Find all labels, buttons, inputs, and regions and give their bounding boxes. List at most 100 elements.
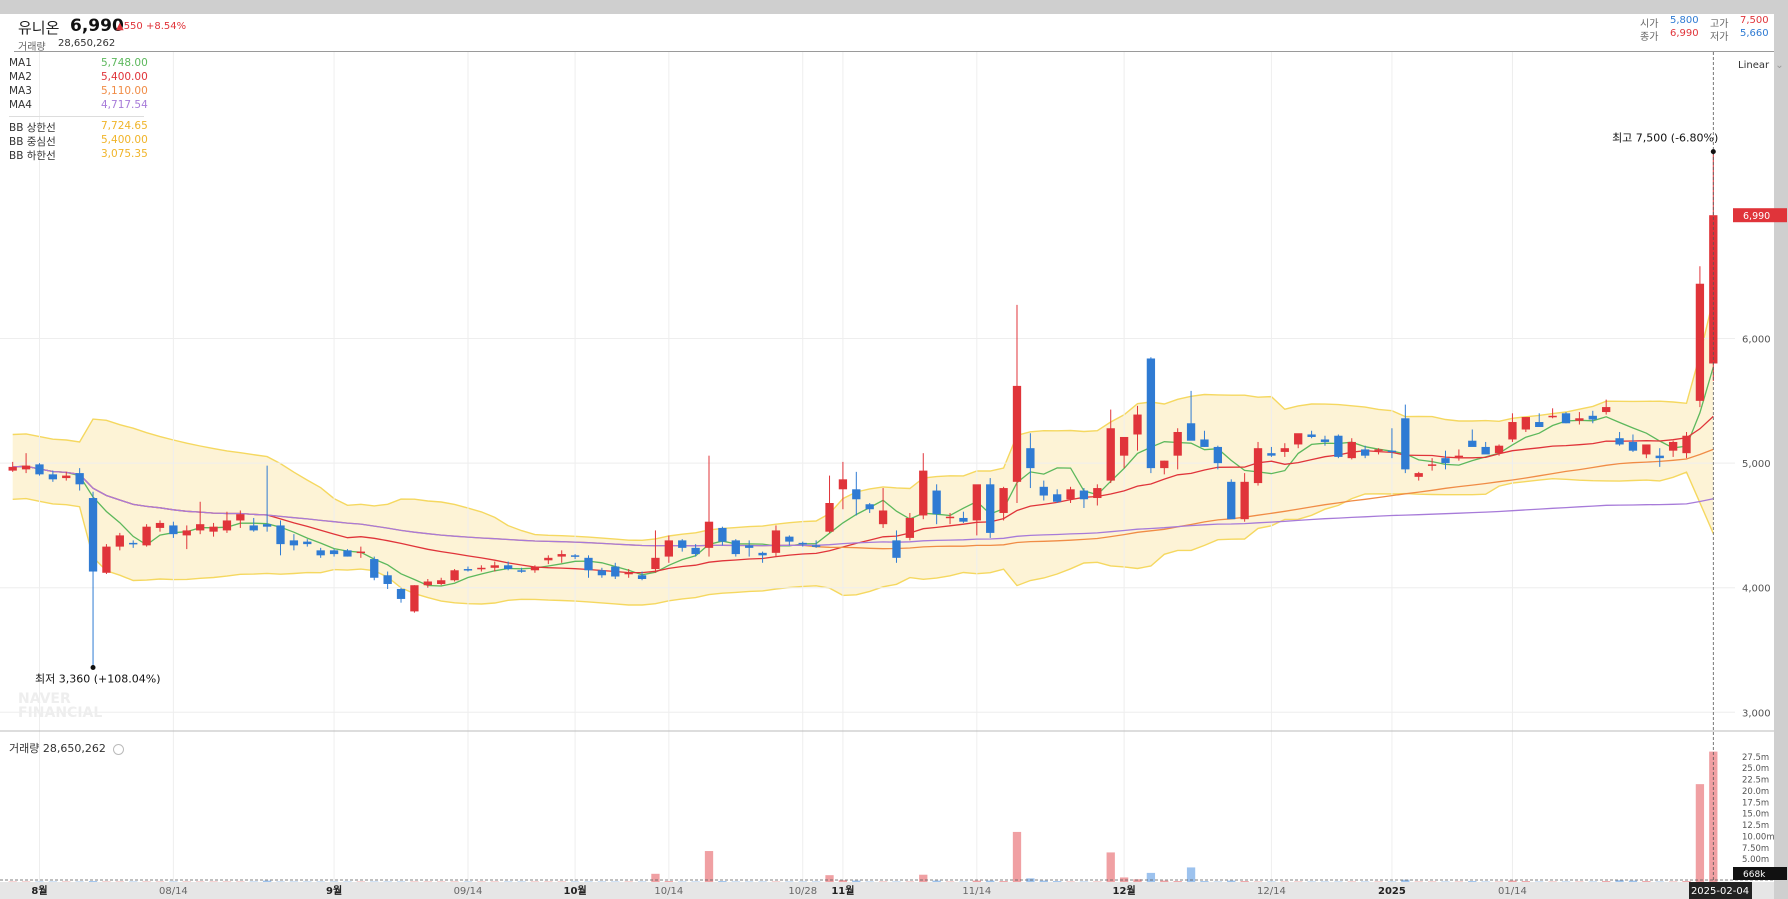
candle-body [1642,444,1651,455]
candle [370,556,379,581]
candle-body [597,570,607,576]
volume-bar [1628,880,1638,882]
candle-body [852,489,861,500]
candle-body [919,470,928,516]
volume-bar [1146,872,1156,882]
legend-ma2: MA2 5,400.00 [9,71,149,85]
volume-bar [1053,881,1062,883]
legend-ma1: MA1 5,748.00 [9,57,149,71]
legend-value: 5,400.00 [101,71,148,83]
candle-body [1401,418,1410,470]
candle-body [611,566,620,577]
candle-body [1039,486,1048,496]
candle-body [1602,407,1611,413]
volume-tick-label: 5.00m [1742,855,1769,865]
candle-body [115,535,124,547]
candle-body [8,466,17,471]
candle-body [503,565,513,570]
candle-body [289,540,299,546]
candle-body [423,581,432,586]
volume-layer [8,751,1718,883]
volume-bar [1106,852,1115,882]
candle-body [1173,431,1182,456]
volume-bar [986,880,995,882]
legend-label: MA1 [9,57,32,69]
volume-tag-label: 668k [1743,870,1766,880]
volume-bar [838,880,848,882]
candle-body [1535,422,1544,428]
chevron-down-icon: ⌄ [1775,60,1784,71]
volume-bar [1682,881,1691,883]
candle-body [356,551,366,554]
candle-body [1280,448,1289,452]
legend-bb-middle: BB 중심선 5,400.00 [9,134,149,148]
volume-tick-label: 10.00m [1742,832,1775,842]
candle [1227,479,1236,520]
candle-body [1119,436,1129,456]
bollinger-band-layer [12,299,1714,606]
candle [1695,266,1705,408]
volume-bar [1039,880,1048,882]
candle-body [825,503,834,532]
candle-body [383,575,392,584]
candle-body [1106,428,1115,481]
candle-body [731,540,740,555]
candle-body [838,479,848,490]
legend-value: 5,110.00 [101,85,148,97]
volume-tick-label: 15.0m [1742,810,1769,820]
candle [1561,412,1571,424]
candle-body [1133,414,1142,435]
candle-body [1414,473,1423,477]
volume-bar [1173,881,1182,883]
volume-bar [932,880,941,882]
x-tick-label: 10/28 [788,886,817,897]
volume-bar [852,880,861,882]
volume-bar [1160,880,1169,882]
candle-body [624,572,633,575]
x-tick-label: 09/14 [454,886,483,897]
volume-bar [1200,881,1209,883]
candle [35,463,44,476]
candle-body [1320,439,1330,442]
candle [396,587,406,603]
price-chart[interactable]: 3,000 4,000 5,000 6,000 5.00m7.50m 10.00m12.5… [0,0,1788,899]
candle-body [1053,494,1062,502]
settings-icon[interactable] [113,743,125,755]
volume-tick-label: 12.5m [1742,821,1769,831]
candle-body [1521,417,1530,430]
volume-panel-label: 거래량 28,650,262 [9,740,125,756]
candle [450,569,459,582]
candle [88,491,98,668]
volume-tick-label: 25.0m [1742,764,1769,774]
candle-body [798,542,807,545]
candle-body [450,570,459,581]
candle-body [945,516,955,519]
candle-body [236,514,245,521]
scale-mode-dropdown[interactable]: Linear ⌄ [1738,60,1784,71]
candle [1146,357,1156,474]
candle-body [1186,423,1196,441]
candle-body [262,524,272,527]
candle-body [517,570,526,572]
candle-body [1347,441,1356,459]
volume-panel-title: 거래량 28,650,262 [9,742,106,755]
candle-body [102,546,111,573]
volume-bar [1695,784,1705,882]
legend-value: 5,400.00 [101,134,148,146]
candle [1709,151,1718,381]
candle-body [1454,455,1464,458]
volume-bar [1508,880,1517,882]
candle-body [637,575,647,580]
volume-bar [1615,880,1624,882]
candle-body [182,530,191,536]
candle-body [1548,415,1557,418]
x-tick-label: 12월 [1113,885,1136,897]
candle-body [1588,415,1597,420]
low-marker [90,664,96,670]
legend-label: MA3 [9,85,32,97]
candle-body [1494,445,1504,454]
legend-bb-upper: BB 상한선 7,724.65 [9,120,149,134]
x-tick-label: 12/14 [1257,886,1286,897]
candle-body [1146,358,1156,469]
candle-body [35,464,44,475]
